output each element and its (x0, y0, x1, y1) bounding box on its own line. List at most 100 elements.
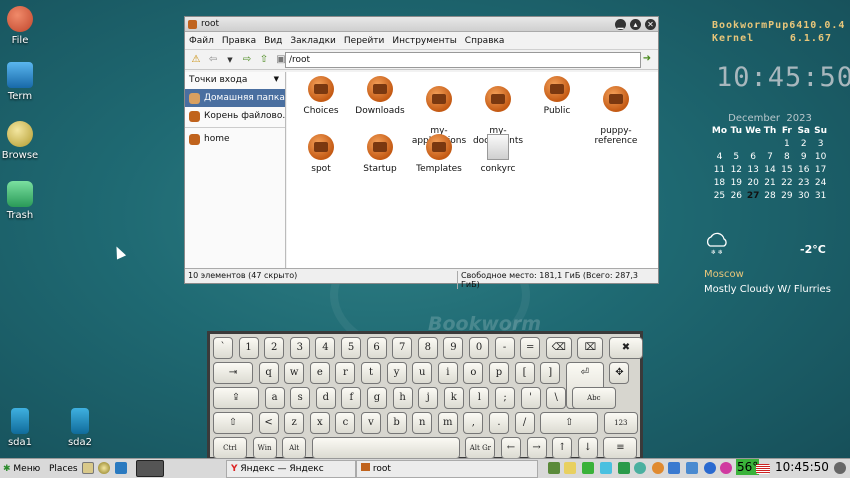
back-icon[interactable]: ⇦ (206, 53, 220, 67)
key[interactable]: [ (514, 362, 535, 384)
workspace-pager[interactable] (136, 460, 164, 477)
key[interactable]: 123 (603, 412, 638, 434)
browser-launcher-icon[interactable] (98, 462, 110, 474)
key[interactable]: s (290, 387, 311, 409)
key[interactable]: ' (520, 387, 541, 409)
desktop-icon-term[interactable]: Term (0, 62, 46, 102)
shield-icon[interactable] (618, 462, 630, 474)
file-item-conkyrc[interactable]: conkyrc (468, 134, 528, 174)
file-item-choices[interactable]: Choices (291, 76, 351, 116)
key[interactable]: o (463, 362, 484, 384)
key[interactable]: ⇪ (213, 387, 259, 409)
key[interactable]: Alt (282, 437, 307, 459)
desktop-icon-trash[interactable]: Trash (0, 181, 46, 221)
location-bar[interactable]: /root (285, 52, 641, 68)
task-yandex-browser[interactable]: Y Яндекс — Яндекс Браузер (226, 460, 356, 478)
key[interactable]: e (309, 362, 330, 384)
key[interactable]: i (437, 362, 458, 384)
key[interactable]: l (469, 387, 490, 409)
network-monitor-icon[interactable] (548, 462, 560, 474)
forward-icon[interactable]: ⇨ (240, 53, 254, 67)
key[interactable]: 5 (341, 337, 361, 359)
desktop-icon-file[interactable]: File (0, 6, 46, 46)
key[interactable]: Abc (571, 387, 616, 409)
key[interactable]: w (284, 362, 305, 384)
menu-bookmarks[interactable]: Закладки (290, 36, 336, 46)
key[interactable]: ✖ (609, 337, 643, 359)
key[interactable]: z (284, 412, 305, 434)
redshift-icon[interactable] (720, 462, 732, 474)
key[interactable]: m (437, 412, 458, 434)
menu-edit[interactable]: Правка (222, 36, 256, 46)
key[interactable]: / (514, 412, 535, 434)
key[interactable]: ; (495, 387, 515, 409)
menu-view[interactable]: Вид (264, 36, 282, 46)
key[interactable]: → (526, 437, 547, 459)
key[interactable]: v (361, 412, 381, 434)
maximize-icon[interactable]: ▴ (630, 19, 641, 30)
places-button[interactable]: Places (49, 461, 78, 477)
keyboard-icon[interactable] (686, 462, 698, 474)
key[interactable]: Win (252, 437, 277, 459)
key[interactable]: ⇧ (213, 412, 253, 434)
key[interactable]: r (335, 362, 356, 384)
network-icon[interactable] (582, 462, 594, 474)
file-item-public[interactable]: Public (527, 76, 587, 116)
key[interactable]: ⇧ (540, 412, 599, 434)
key[interactable]: ⌫ (545, 337, 572, 359)
menu-go[interactable]: Перейти (344, 36, 385, 46)
key[interactable]: j (418, 387, 439, 409)
volume-icon[interactable] (668, 462, 680, 474)
key[interactable]: < (258, 412, 279, 434)
key[interactable]: a (264, 387, 285, 409)
desktop-icon-browse[interactable]: Browse (0, 121, 46, 161)
us-flag-icon[interactable] (756, 464, 770, 474)
key[interactable]: 7 (392, 337, 413, 359)
key[interactable]: y (386, 362, 407, 384)
key[interactable]: ] (540, 362, 561, 384)
key[interactable]: \ (546, 387, 567, 409)
key[interactable]: 8 (417, 337, 438, 359)
file-item-spot[interactable]: spot (291, 134, 351, 174)
key[interactable]: Ctrl (213, 437, 247, 459)
terminal-launcher-icon[interactable] (115, 462, 127, 474)
key[interactable]: d (315, 387, 336, 409)
task-root-filemanager[interactable]: root (356, 460, 538, 478)
show-desktop-icon[interactable] (82, 462, 94, 474)
file-item-templates[interactable]: Templates (409, 134, 469, 174)
key[interactable]: 3 (289, 337, 310, 359)
key[interactable]: p (489, 362, 509, 384)
drive-mount-icon[interactable] (600, 462, 612, 474)
key[interactable]: ⇥ (213, 362, 253, 384)
key[interactable]: k (443, 387, 464, 409)
key[interactable]: ✥ (609, 362, 630, 384)
file-item-startup[interactable]: Startup (350, 134, 410, 174)
key[interactable]: b (386, 412, 407, 434)
go-icon[interactable]: ➜ (640, 53, 654, 67)
key[interactable]: c (335, 412, 356, 434)
key[interactable]: q (258, 362, 279, 384)
history-dropdown-icon[interactable]: ▼ (223, 53, 237, 67)
taskbar-clock[interactable]: 10:45:50 (775, 460, 829, 474)
sidebar-item-home[interactable]: home (185, 130, 285, 148)
key[interactable]: ⌧ (577, 337, 604, 359)
key[interactable]: - (494, 337, 515, 359)
sidebar-header[interactable]: Точки входа ▼ (185, 72, 285, 89)
desktop-icon-sda1[interactable]: sda1 (0, 408, 46, 448)
key[interactable]: 6 (366, 337, 387, 359)
key[interactable]: ↑ (552, 437, 573, 459)
key[interactable] (311, 437, 460, 459)
key[interactable]: f (341, 387, 362, 409)
menu-file[interactable]: Файл (189, 36, 214, 46)
warning-icon[interactable]: ⚠ (189, 53, 203, 67)
menu-help[interactable]: Справка (465, 36, 505, 46)
minimize-icon[interactable]: ▁ (615, 19, 626, 30)
key[interactable]: Alt Gr (465, 437, 496, 459)
key[interactable]: h (392, 387, 413, 409)
close-icon[interactable]: ✕ (645, 19, 656, 30)
sidebar-item-home-folder[interactable]: Домашняя папка (185, 89, 285, 107)
key[interactable]: . (489, 412, 509, 434)
update-icon[interactable] (634, 462, 646, 474)
key[interactable]: = (520, 337, 541, 359)
key[interactable]: x (309, 412, 330, 434)
